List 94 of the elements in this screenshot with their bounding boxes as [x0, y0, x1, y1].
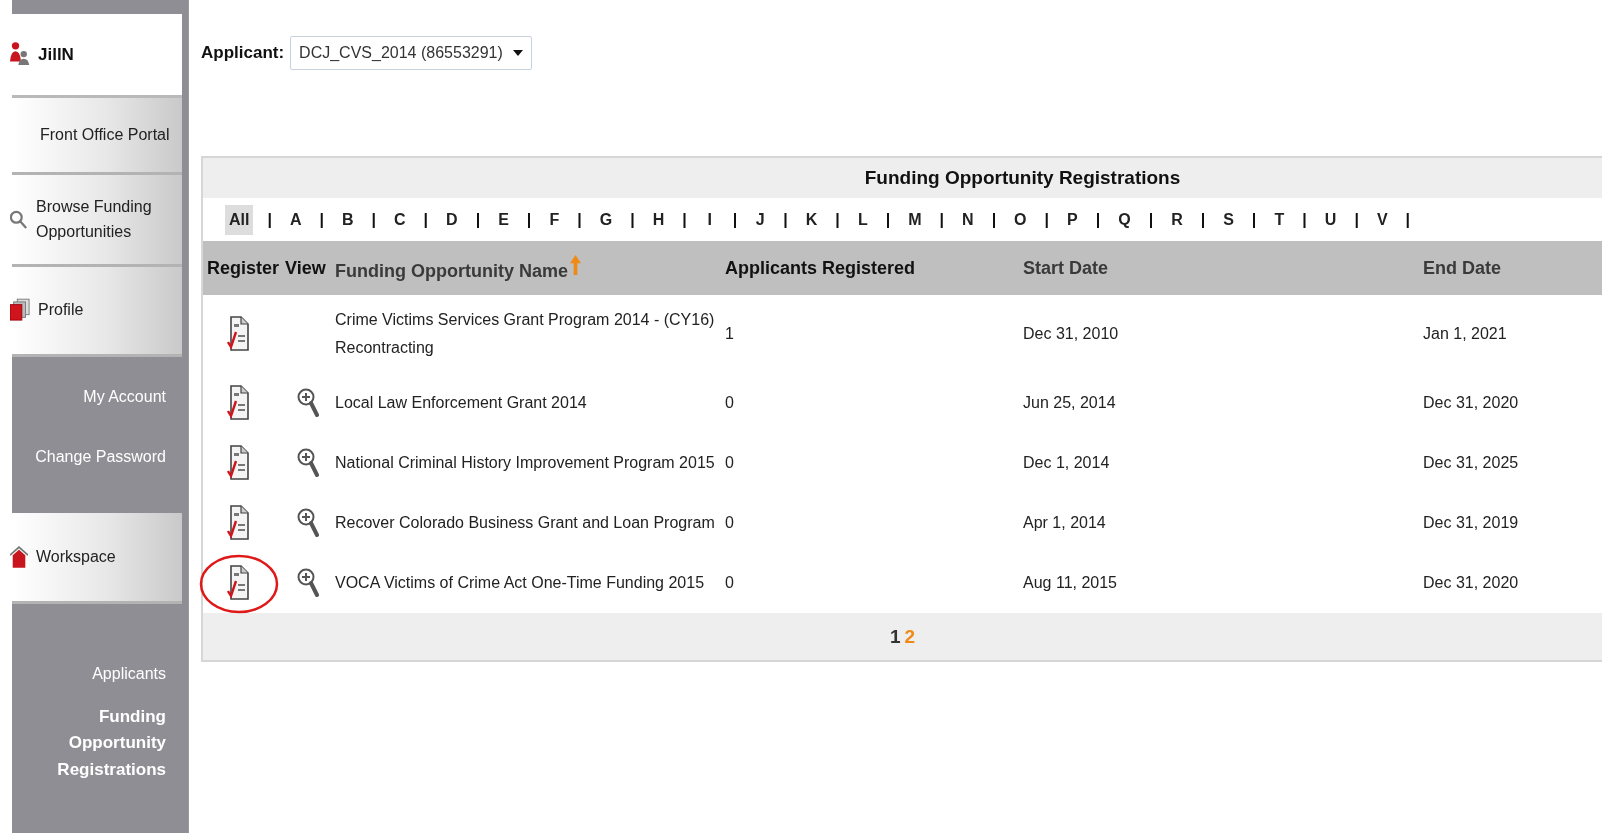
opportunity-name: National Criminal History Improvement Program 2015: [335, 454, 715, 471]
letter-separator: |: [1095, 210, 1101, 229]
letter-separator: |: [939, 210, 945, 229]
column-sort-link[interactable]: Funding Opportunity Name: [335, 261, 568, 282]
end-date: Dec 31, 2020: [1423, 394, 1519, 411]
letter-filter[interactable]: K: [801, 204, 822, 235]
letter-separator: |: [267, 210, 272, 229]
letter-filter[interactable]: M: [904, 204, 926, 235]
applicants-count: 1: [725, 325, 734, 342]
letter-filter[interactable]: R: [1167, 204, 1187, 235]
register-document-icon[interactable]: [227, 505, 249, 541]
sidebar-item[interactable]: Workspace: [12, 513, 182, 604]
column-sort-link[interactable]: End Date: [1423, 257, 1501, 279]
column-header: Applicants Registered: [725, 257, 916, 279]
letter-filter[interactable]: L: [853, 204, 872, 235]
start-date: Jun 25, 2014: [1023, 394, 1116, 411]
search-icon: [10, 208, 28, 231]
letter-separator: |: [885, 210, 891, 229]
letter-separator: |: [783, 210, 788, 229]
letter-filter[interactable]: B: [338, 204, 358, 235]
start-date: Dec 31, 2010: [1023, 325, 1119, 342]
letter-separator: |: [371, 210, 377, 229]
letter-separator: |: [630, 210, 635, 229]
letter-filter[interactable]: C: [390, 204, 410, 235]
letter-separator: |: [682, 210, 687, 229]
zoom-in-icon[interactable]: [297, 448, 319, 478]
start-date: Apr 1, 2014: [1023, 514, 1106, 531]
zoom-in-icon[interactable]: [297, 568, 319, 598]
letter-filter[interactable]: J: [751, 204, 770, 235]
end-date: Dec 31, 2020: [1423, 574, 1519, 591]
letter-filter[interactable]: Q: [1114, 204, 1135, 235]
letter-separator: |: [475, 210, 481, 229]
letter-filter[interactable]: H: [648, 204, 669, 235]
letter-filter[interactable]: T: [1270, 204, 1289, 235]
dropdown-caret-icon[interactable]: [512, 50, 523, 56]
applicants-count: 0: [725, 574, 734, 591]
column-sort-link[interactable]: Start Date: [1023, 257, 1109, 279]
opportunity-name: Crime Victims Services Grant Program 2014 - (CY16) Recontracting: [335, 311, 715, 356]
applicants-count: 0: [725, 514, 734, 531]
sidebar-item[interactable]: Front Office Portal: [12, 98, 182, 175]
letter-filter[interactable]: P: [1063, 204, 1082, 235]
opportunity-name: Local Law Enforcement Grant 2014: [335, 394, 587, 411]
letter-separator: |: [423, 210, 429, 229]
register-document-icon[interactable]: [227, 385, 249, 421]
letter-separator: |: [835, 210, 840, 229]
register-document-icon[interactable]: [227, 316, 249, 352]
letter-filter[interactable]: U: [1320, 204, 1341, 235]
letter-separator: |: [1251, 210, 1257, 229]
house-icon: [10, 544, 28, 570]
letter-separator: |: [732, 210, 738, 229]
letter-separator: |: [1200, 210, 1206, 229]
letter-filter[interactable]: A: [285, 204, 306, 235]
panel-title: Funding Opportunity Registrations: [864, 167, 1181, 189]
letter-separator: |: [1044, 210, 1050, 229]
user-name: JillN: [38, 44, 74, 65]
letter-separator: |: [991, 210, 997, 229]
letter-filter[interactable]: F: [545, 204, 564, 235]
letter-filter[interactable]: G: [595, 204, 617, 235]
register-document-icon[interactable]: [227, 565, 249, 601]
applicants-count: 0: [725, 394, 734, 411]
letter-separator: |: [1148, 210, 1154, 229]
letter-filter[interactable]: All: [225, 204, 254, 235]
letter-filter[interactable]: E: [494, 204, 513, 235]
end-date: Jan 1, 2021: [1423, 325, 1507, 342]
letter-separator: |: [577, 210, 582, 229]
start-date: Dec 1, 2014: [1023, 454, 1110, 471]
column-header: View: [285, 257, 326, 279]
letter-separator: |: [1405, 210, 1411, 229]
letter-filter[interactable]: I: [700, 204, 719, 235]
zoom-in-icon[interactable]: [297, 508, 319, 538]
letter-separator: |: [1354, 210, 1359, 229]
letter-filter[interactable]: D: [442, 204, 462, 235]
sidebar-item[interactable]: Browse Funding Opportunities: [12, 175, 182, 267]
page-link[interactable]: 1: [889, 625, 901, 648]
applicant-select[interactable]: DCJ_CVS_2014 (86553291): [290, 36, 532, 70]
cards-icon: [10, 297, 30, 324]
letter-separator: |: [526, 210, 532, 229]
letter-filter[interactable]: V: [1372, 204, 1392, 235]
end-date: Dec 31, 2025: [1423, 454, 1519, 471]
register-document-icon[interactable]: [227, 445, 249, 481]
letter-separator: |: [1302, 210, 1307, 229]
applicants-count: 0: [725, 454, 734, 471]
sidebar-item[interactable]: Profile: [12, 267, 182, 357]
start-date: Aug 11, 2015: [1023, 574, 1117, 591]
letter-filter[interactable]: O: [1010, 204, 1031, 235]
letter-filter[interactable]: N: [958, 204, 978, 235]
letter-filter[interactable]: S: [1219, 204, 1238, 235]
zoom-in-icon[interactable]: [297, 388, 319, 418]
end-date: Dec 31, 2019: [1423, 514, 1519, 531]
opportunity-name: Recover Colorado Business Grant and Loan Program: [335, 514, 715, 531]
letter-separator: |: [319, 210, 324, 229]
column-header: Register: [207, 257, 280, 279]
opportunity-name: VOCA Victims of Crime Act One-Time Funding 2015: [335, 574, 705, 591]
applicant-label: Applicant:: [201, 43, 285, 63]
